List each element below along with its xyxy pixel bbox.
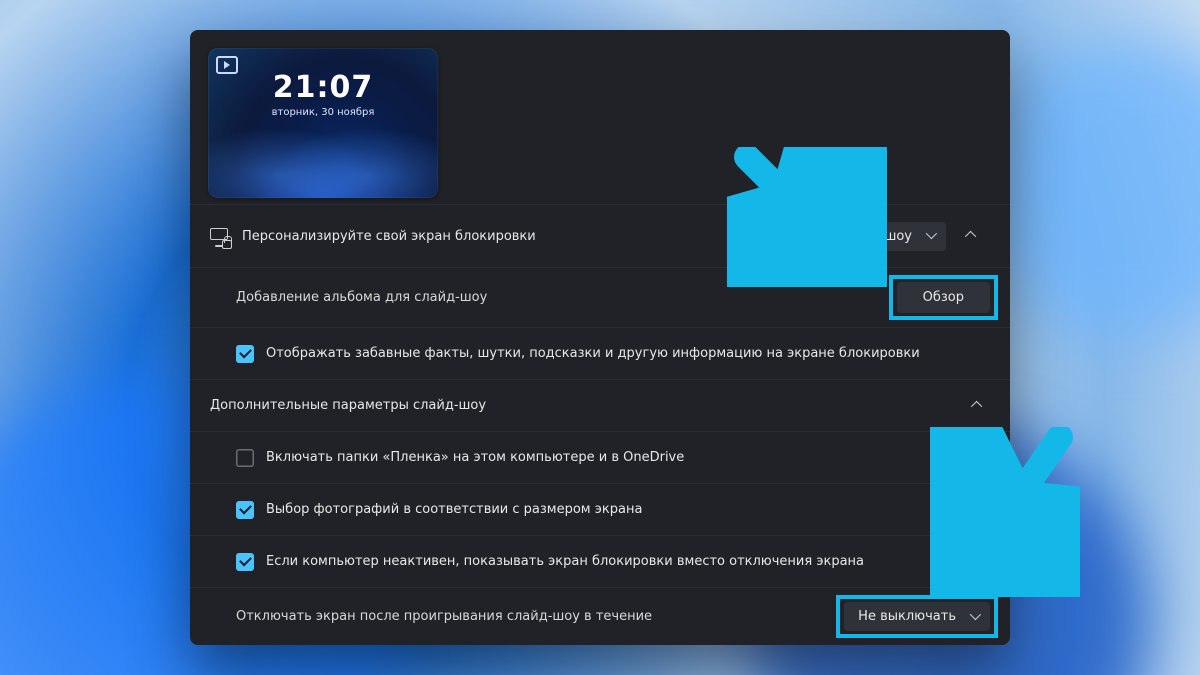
chevron-up-icon (974, 401, 984, 411)
fit-size-checkbox[interactable] (236, 501, 254, 519)
turn-off-label: Отключать экран после проигрывания слайд… (236, 609, 844, 624)
add-album-row: Добавление альбома для слайд-шоу Обзор (190, 267, 1010, 327)
inactive-lock-label: Если компьютер неактивен, показывать экр… (266, 554, 990, 569)
personalize-label: Персонализируйте свой экран блокировки (242, 229, 823, 244)
personalize-row: Персонализируйте свой экран блокировки С… (190, 204, 1010, 267)
dropdown-value: Не выключать (858, 609, 956, 624)
fun-facts-row: Отображать забавные факты, шутки, подска… (190, 327, 1010, 379)
browse-button-label: Обзор (923, 290, 964, 305)
lockscreen-mode-dropdown[interactable]: Слайд-шоу (823, 222, 946, 251)
lock-screen-preview[interactable]: 21:07 вторник, 30 ноября (208, 48, 438, 198)
inactive-lock-row: Если компьютер неактивен, показывать экр… (190, 535, 1010, 587)
dropdown-value: Слайд-шоу (837, 229, 912, 244)
fit-size-row: Выбор фотографий в соответствии с размер… (190, 483, 1010, 535)
monitor-lock-icon (210, 227, 228, 245)
advanced-heading-label: Дополнительные параметры слайд-шоу (210, 398, 974, 413)
camera-roll-row: Включать папки «Пленка» на этом компьюте… (190, 431, 1010, 483)
turn-off-row: Отключать экран после проигрывания слайд… (190, 587, 1010, 645)
lock-screen-settings-panel: 21:07 вторник, 30 ноября Персонализируйт… (190, 30, 1010, 645)
browse-button[interactable]: Обзор (897, 282, 990, 313)
fit-size-label: Выбор фотографий в соответствии с размер… (266, 502, 990, 517)
chevron-down-icon (970, 612, 980, 622)
advanced-heading-row[interactable]: Дополнительные параметры слайд-шоу (190, 379, 1010, 431)
camera-roll-checkbox[interactable] (236, 449, 254, 467)
preview-time: 21:07 (208, 70, 438, 105)
add-album-label: Добавление альбома для слайд-шоу (236, 290, 897, 305)
turn-off-dropdown[interactable]: Не выключать (844, 602, 990, 631)
preview-date: вторник, 30 ноября (208, 107, 438, 118)
fun-facts-label: Отображать забавные факты, шутки, подска… (266, 346, 990, 361)
chevron-down-icon (926, 231, 936, 241)
inactive-lock-checkbox[interactable] (236, 553, 254, 571)
fun-facts-checkbox[interactable] (236, 345, 254, 363)
collapse-button[interactable] (956, 219, 990, 253)
camera-roll-label: Включать папки «Пленка» на этом компьюте… (266, 450, 990, 465)
chevron-up-icon (968, 231, 978, 241)
